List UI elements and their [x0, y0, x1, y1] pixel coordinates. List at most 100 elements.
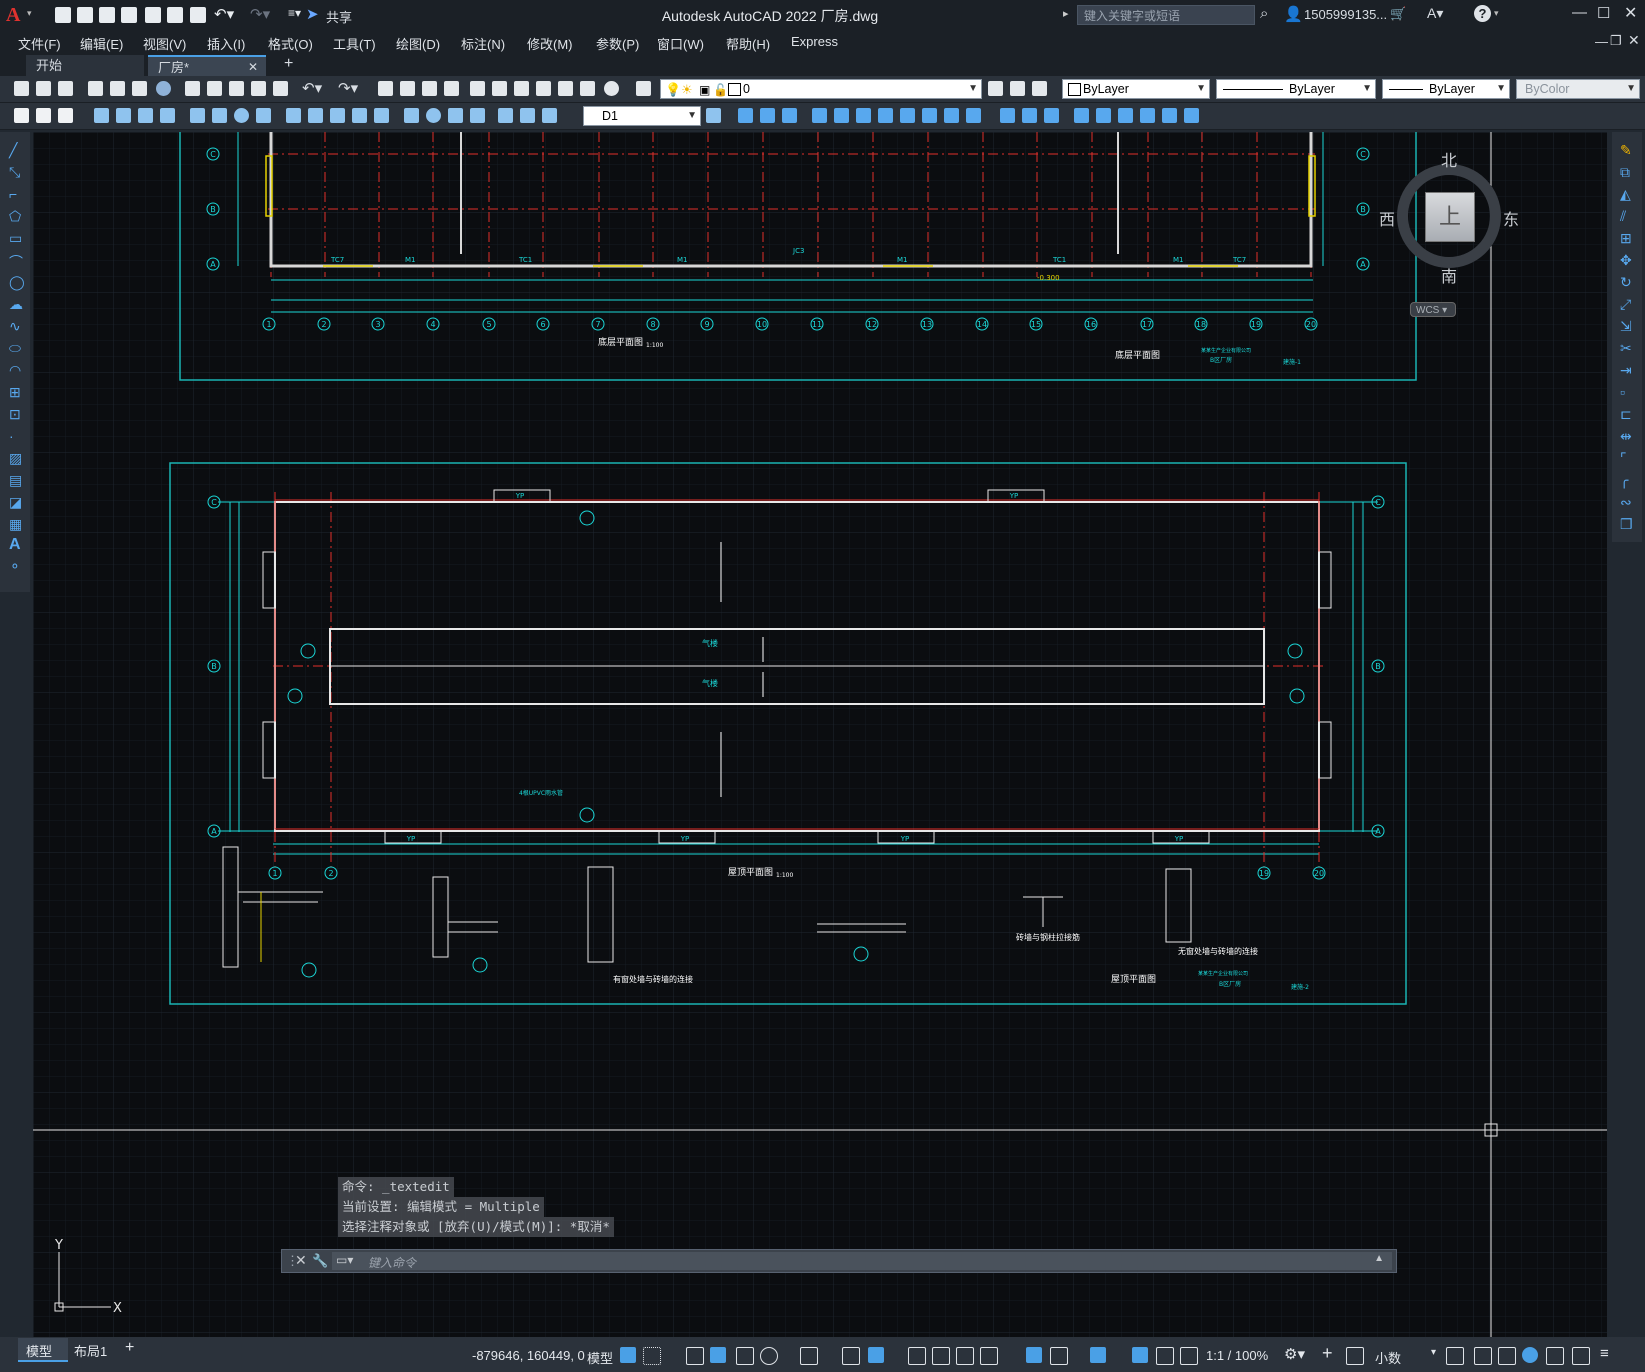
hatchedit-icon[interactable]	[1184, 108, 1199, 123]
publish-icon[interactable]	[132, 81, 147, 96]
chamfer-icon[interactable]	[1044, 108, 1059, 123]
layer-dropdown[interactable]: 💡 ☀ ▣ 🔓 0 ▼	[660, 79, 982, 99]
layer-properties-icon[interactable]	[636, 81, 651, 96]
break-icon[interactable]	[1000, 108, 1015, 123]
dim-update-icon[interactable]	[542, 108, 557, 123]
menu-draw[interactable]: 绘图(D)	[396, 34, 440, 53]
erase-icon[interactable]	[738, 108, 753, 123]
angular-dim-icon[interactable]	[256, 108, 271, 123]
new-tab-icon[interactable]: +	[284, 55, 293, 73]
compass-west[interactable]: 西	[1379, 206, 1395, 230]
viewcube-top-face[interactable]: 上	[1425, 192, 1475, 242]
object-snap-icon[interactable]	[868, 1347, 884, 1363]
plot-icon[interactable]	[88, 81, 103, 96]
auto-scale-icon[interactable]	[1156, 1347, 1174, 1365]
blend-icon[interactable]: ∾	[1620, 494, 1632, 511]
break-point-icon[interactable]: ▫	[1620, 384, 1625, 400]
grid-toggle-icon[interactable]	[620, 1347, 636, 1363]
inspection-icon[interactable]	[448, 108, 463, 123]
copy-icon[interactable]	[207, 81, 222, 96]
ellipse-arc-icon[interactable]: ◠	[9, 362, 21, 379]
menu-edit[interactable]: 编辑(E)	[80, 34, 123, 53]
share-label[interactable]: 共享	[326, 7, 352, 26]
offset-icon[interactable]	[812, 108, 827, 123]
menu-modify[interactable]: 修改(M)	[527, 34, 573, 53]
lock-ui-icon[interactable]	[1474, 1347, 1492, 1365]
chamfer-icon[interactable]: ⌜	[1620, 450, 1627, 467]
quick-dim-icon[interactable]	[286, 108, 301, 123]
layer-previous-icon[interactable]	[1010, 81, 1025, 96]
array-icon[interactable]: ⊞	[1620, 230, 1632, 247]
compass-east[interactable]: 东	[1503, 206, 1519, 230]
tolerance-icon[interactable]	[404, 108, 419, 123]
join-icon[interactable]	[1022, 108, 1037, 123]
revcloud-icon[interactable]: ☁	[9, 296, 23, 313]
doc-minimize-icon[interactable]: —	[1595, 34, 1608, 49]
block-editor-icon[interactable]	[273, 81, 288, 96]
break-icon[interactable]: ⊏	[1620, 406, 1632, 423]
mirror-icon[interactable]: ◭	[1620, 186, 1631, 203]
annotation-monitor-icon[interactable]: +	[1322, 1343, 1333, 1364]
search-input[interactable]: 键入关键字或短语	[1077, 5, 1255, 25]
blend-icon[interactable]	[1096, 108, 1111, 123]
move-icon[interactable]: ✥	[1620, 252, 1632, 269]
isometric-drafting-icon[interactable]	[800, 1347, 818, 1365]
linetype-dropdown[interactable]: ByLayer ▼	[1216, 79, 1376, 99]
hardware-acceleration-icon[interactable]	[1522, 1347, 1538, 1363]
gizmo-icon[interactable]	[1090, 1347, 1106, 1363]
move-icon[interactable]	[856, 108, 871, 123]
jogged-linear-icon[interactable]	[470, 108, 485, 123]
model-space-toggle[interactable]: 模型	[587, 1348, 613, 1367]
save-icon[interactable]	[99, 7, 115, 23]
scale-icon[interactable]	[900, 108, 915, 123]
hatch-icon[interactable]: ▨	[9, 450, 22, 467]
redo-icon[interactable]: ↷▾	[338, 79, 358, 97]
calculator-icon[interactable]	[580, 81, 595, 96]
maximize-icon[interactable]: ☐	[1597, 4, 1610, 22]
coordinates-readout[interactable]: -879646, 160449, 0	[472, 1348, 585, 1363]
design-center-icon[interactable]	[492, 81, 507, 96]
zoom-window-icon[interactable]	[422, 81, 437, 96]
command-input[interactable]: ▭▾ 键入命令 ▲	[332, 1252, 1392, 1270]
transparency-icon[interactable]	[932, 1347, 950, 1365]
save-as-icon[interactable]	[121, 7, 137, 23]
isolate-objects-icon[interactable]	[1498, 1347, 1516, 1365]
stretch-icon[interactable]: ⇲	[1620, 318, 1632, 335]
construction-line-icon[interactable]: ⤡	[9, 164, 20, 181]
save-web-icon[interactable]	[167, 7, 183, 23]
units-icon[interactable]	[1346, 1347, 1364, 1365]
make-block-icon[interactable]: ⊡	[9, 406, 21, 423]
menu-express[interactable]: Express	[791, 34, 838, 49]
compass-south[interactable]: 南	[1441, 263, 1457, 287]
selection-cycling-icon[interactable]	[956, 1347, 974, 1365]
selection-filter-icon[interactable]	[1050, 1347, 1068, 1365]
fullscreen-icon[interactable]	[1572, 1347, 1590, 1365]
baseline-dim-icon[interactable]	[308, 108, 323, 123]
units-dropdown[interactable]: 小数	[1375, 1348, 1401, 1367]
tab-drawing[interactable]: 厂房* ✕	[148, 55, 266, 76]
dim-space-icon[interactable]	[352, 108, 367, 123]
make-current-layer-icon[interactable]	[988, 81, 1003, 96]
linear-dim-icon[interactable]	[94, 108, 109, 123]
trim-icon[interactable]	[944, 108, 959, 123]
dimstyle-dropdown[interactable]: D1 ▼	[583, 106, 701, 126]
color-dropdown[interactable]: ByLayer ▼	[1062, 79, 1210, 99]
minimize-icon[interactable]: —	[1572, 4, 1587, 21]
menu-format[interactable]: 格式(O)	[268, 34, 313, 53]
stretch-icon[interactable]	[922, 108, 937, 123]
plot-icon[interactable]	[190, 7, 206, 23]
command-history-toggle-icon[interactable]: ▲	[1374, 1253, 1384, 1264]
compass-north[interactable]: 北	[1441, 147, 1457, 171]
bring-front-icon[interactable]	[36, 108, 51, 123]
help-icon[interactable]: ?	[1474, 5, 1491, 22]
user-name[interactable]: 1505999135...	[1304, 7, 1387, 22]
snap-mode-icon[interactable]	[643, 1347, 661, 1365]
undo-icon[interactable]: ↶▾	[214, 5, 234, 23]
app-menu-chevron-icon[interactable]: ▾	[27, 8, 32, 19]
array-icon[interactable]	[834, 108, 849, 123]
plotstyle-dropdown[interactable]: ByColor ▼	[1516, 79, 1640, 99]
ellipse-icon[interactable]: ⬭	[9, 340, 21, 357]
send-back-icon[interactable]	[58, 108, 73, 123]
layout-tab-layout1[interactable]: 布局1	[74, 1341, 107, 1360]
trim-icon[interactable]: ✂	[1620, 340, 1632, 357]
